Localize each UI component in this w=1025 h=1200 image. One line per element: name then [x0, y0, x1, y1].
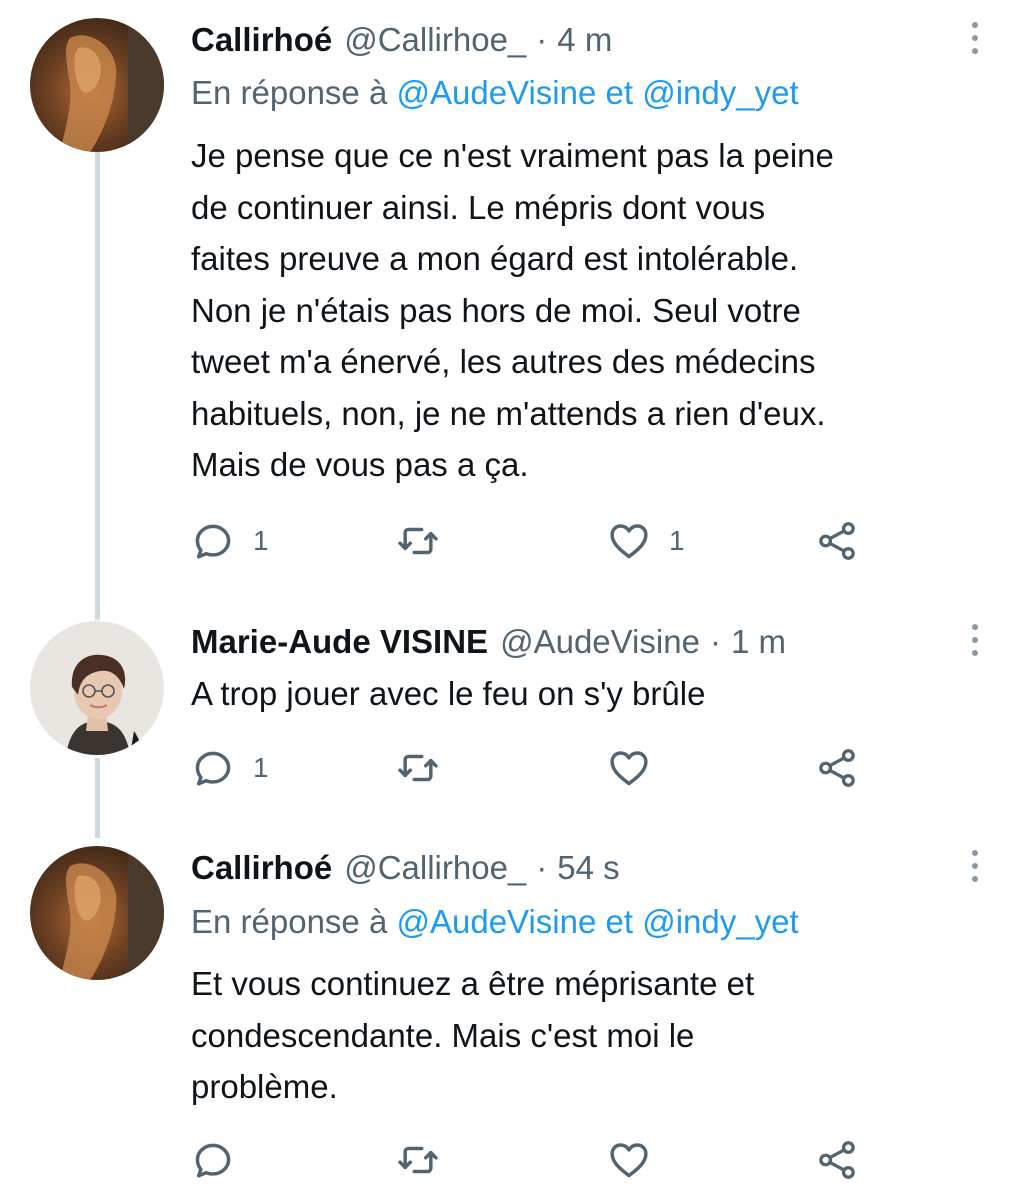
reply-prefix: En réponse à	[191, 903, 388, 940]
reply-mention-1[interactable]: @AudeVisine	[396, 903, 596, 940]
like-count: 1	[669, 525, 685, 556]
reply-button[interactable]: 1	[191, 516, 269, 566]
tweet-text: Je pense que ce n'est vraiment pas la pe…	[191, 130, 991, 491]
reply-join: et	[605, 903, 634, 940]
avatar-audevisine[interactable]	[30, 621, 164, 755]
reply-button[interactable]	[191, 1135, 253, 1185]
retweet-icon	[396, 1138, 440, 1182]
action-bar: 1 1	[191, 516, 871, 566]
action-bar: 1	[191, 743, 871, 793]
tweet-header: Callirhoé @Callirhoe_ · 54 s	[191, 846, 620, 890]
more-options-icon[interactable]	[963, 846, 987, 886]
reply-context: En réponse à @AudeVisine et @indy_yet	[191, 74, 799, 112]
more-options-icon[interactable]	[963, 620, 987, 660]
like-button[interactable]	[607, 743, 669, 793]
reply-mention-2[interactable]: @indy_yet	[642, 74, 798, 111]
thread-line	[95, 758, 100, 838]
tweet-text-line: problème.	[191, 1068, 338, 1105]
like-button[interactable]: 1	[607, 516, 685, 566]
share-icon	[815, 746, 859, 790]
timestamp[interactable]: 54 s	[557, 849, 619, 887]
reply-prefix: En réponse à	[191, 74, 388, 111]
reply-count: 1	[253, 752, 269, 783]
reply-icon	[191, 1138, 235, 1182]
tweet-text-line: de continuer ainsi. Le mépris dont vous	[191, 188, 766, 226]
share-button[interactable]	[815, 1135, 859, 1185]
reply-button[interactable]: 1	[191, 743, 269, 793]
tweet-text-line: Non je n'étais pas hors de moi. Seul vot…	[191, 291, 801, 329]
separator: ·	[536, 21, 548, 58]
thread-line	[95, 600, 100, 620]
reply-icon	[191, 519, 235, 563]
heart-icon	[607, 519, 651, 563]
heart-icon	[607, 1138, 651, 1182]
separator: ·	[709, 623, 721, 660]
author-name[interactable]: Marie-Aude VISINE	[191, 623, 488, 661]
more-options-icon[interactable]	[963, 18, 987, 58]
author-name[interactable]: Callirhoé	[191, 849, 332, 887]
tweet-text-line: habituels, non, je ne m'attends a rien d…	[191, 394, 826, 432]
timestamp[interactable]: 1 m	[731, 623, 786, 661]
author-handle[interactable]: @Callirhoe_	[344, 849, 526, 887]
thread-line	[95, 152, 100, 610]
tweet-text: Et vous continuez a être méprisante et c…	[191, 958, 991, 1113]
tweet-text-line: tweet m'a énervé, les autres des médecin…	[191, 343, 816, 380]
tweet-text-line: Je pense que ce n'est vraiment pas la pe…	[191, 137, 834, 174]
tweet-text-line: Et vous continuez a être méprisante et	[191, 965, 755, 1002]
tweet-2[interactable]: Marie-Aude VISINE @AudeVisine · 1 m A tr…	[0, 600, 1025, 838]
reply-icon	[191, 746, 235, 790]
author-handle[interactable]: @AudeVisine	[500, 623, 700, 661]
tweet-header: Marie-Aude VISINE @AudeVisine · 1 m	[191, 620, 786, 664]
like-button[interactable]	[607, 1135, 669, 1185]
reply-join: et	[605, 74, 634, 111]
share-icon	[815, 519, 859, 563]
action-bar	[191, 1135, 871, 1185]
tweet-1[interactable]: Callirhoé @Callirhoe_ · 4 m En réponse à…	[0, 0, 1025, 610]
share-button[interactable]	[815, 516, 859, 566]
heart-icon	[607, 746, 651, 790]
retweet-icon	[396, 519, 440, 563]
separator: ·	[536, 849, 548, 886]
avatar-callirhoe[interactable]	[30, 846, 164, 980]
tweet-header: Callirhoé @Callirhoe_ · 4 m	[191, 18, 612, 62]
tweet-text-line: condescendante. Mais c'est moi le	[191, 1016, 695, 1054]
share-icon	[815, 1138, 859, 1182]
timestamp[interactable]: 4 m	[557, 21, 612, 59]
tweet-3[interactable]: Callirhoé @Callirhoe_ · 54 s En réponse …	[0, 830, 1025, 1200]
retweet-icon	[396, 746, 440, 790]
retweet-button[interactable]	[396, 743, 458, 793]
share-button[interactable]	[815, 743, 859, 793]
reply-context: En réponse à @AudeVisine et @indy_yet	[191, 903, 799, 941]
reply-mention-1[interactable]: @AudeVisine	[396, 74, 596, 111]
tweet-text-line: A trop jouer avec le feu on s'y brûle	[191, 675, 706, 712]
avatar-callirhoe[interactable]	[30, 18, 164, 152]
author-name[interactable]: Callirhoé	[191, 21, 332, 59]
retweet-button[interactable]	[396, 1135, 458, 1185]
reply-count: 1	[253, 525, 269, 556]
tweet-text: A trop jouer avec le feu on s'y brûle	[191, 668, 991, 720]
author-handle[interactable]: @Callirhoe_	[344, 21, 526, 59]
retweet-button[interactable]	[396, 516, 458, 566]
tweet-text-line: Mais de vous pas a ça.	[191, 446, 529, 483]
reply-mention-2[interactable]: @indy_yet	[642, 903, 798, 940]
tweet-text-line: faites preuve a mon égard est intolérabl…	[191, 240, 799, 277]
